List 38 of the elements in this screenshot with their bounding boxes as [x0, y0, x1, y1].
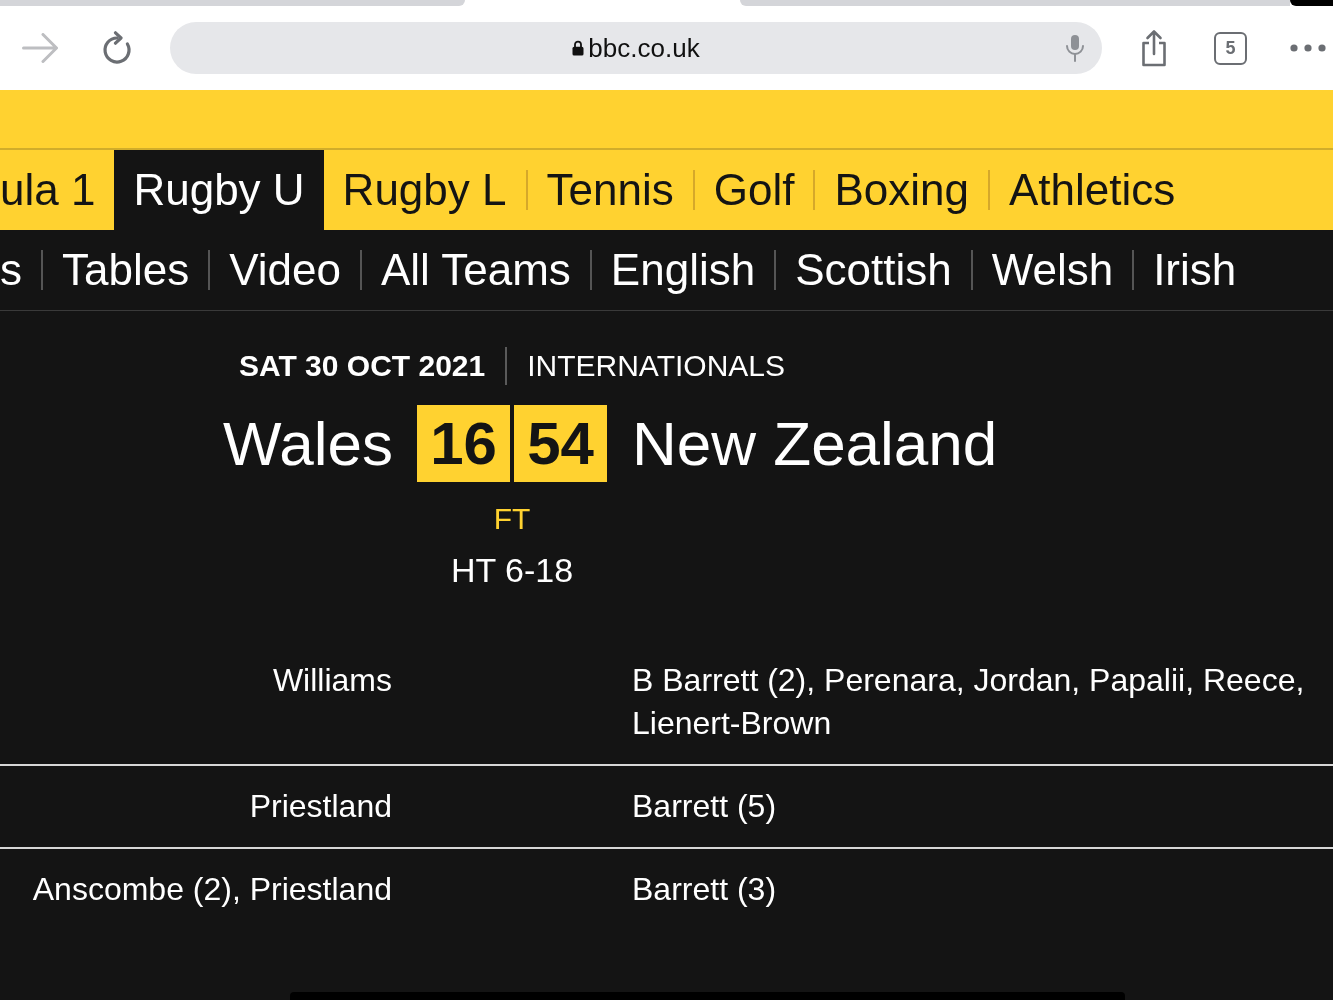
- screen-corner: [1290, 0, 1333, 6]
- section-nav-link[interactable]: Scottish: [776, 230, 971, 310]
- home-team-name: Wales: [223, 408, 393, 480]
- lock-icon: [572, 40, 585, 56]
- away-scorers: Barrett (5): [632, 787, 777, 826]
- away-score: 54: [514, 405, 607, 482]
- section-nav-link[interactable]: Welsh: [972, 230, 1133, 310]
- address-field[interactable]: bbc.co.uk: [170, 22, 1102, 74]
- sport-nav-link[interactable]: ula 1: [0, 150, 115, 230]
- section-nav-link[interactable]: English: [591, 230, 775, 310]
- tab-count-button[interactable]: 5: [1214, 31, 1247, 65]
- more-icon[interactable]: [1290, 44, 1326, 52]
- sport-nav-link[interactable]: Rugby U: [114, 150, 324, 230]
- home-scorers: Priestland: [249, 787, 392, 826]
- microphone-icon[interactable]: [1065, 34, 1085, 62]
- away-scorers: B Barrett (2), Perenara, Jordan, Papalii, Reece, Lienert-Brown: [632, 661, 1306, 743]
- section-nav-link[interactable]: Video: [210, 230, 360, 310]
- share-icon[interactable]: [1140, 29, 1168, 67]
- away-team-name: New Zealand: [632, 408, 998, 480]
- away-scorers: Barrett (3): [632, 870, 777, 909]
- home-scorers: Anscombe (2), Priestland: [32, 870, 392, 909]
- reload-icon[interactable]: [100, 31, 134, 65]
- sport-nav-link[interactable]: Tennis: [527, 150, 693, 230]
- section-nav-link[interactable]: All Teams: [361, 230, 590, 310]
- sport-nav-link[interactable]: Athletics: [989, 150, 1195, 230]
- sport-nav-link[interactable]: Rugby L: [323, 150, 526, 230]
- half-time-score: HT 6-18: [450, 550, 574, 591]
- competition-name: INTERNATIONALS: [527, 349, 785, 383]
- match-status: FT: [493, 501, 531, 537]
- home-scorers: Williams: [272, 661, 392, 700]
- section-nav-link[interactable]: Tables: [43, 230, 209, 310]
- section-nav-link[interactable]: s: [0, 230, 41, 310]
- address-text: bbc.co.uk: [588, 32, 700, 64]
- match-date: SAT 30 OCT 2021: [239, 349, 486, 383]
- home-score: 16: [417, 405, 510, 482]
- section-nav-link[interactable]: Irish: [1134, 230, 1256, 310]
- sport-nav-link[interactable]: Golf: [694, 150, 814, 230]
- sport-nav-link[interactable]: Boxing: [815, 150, 988, 230]
